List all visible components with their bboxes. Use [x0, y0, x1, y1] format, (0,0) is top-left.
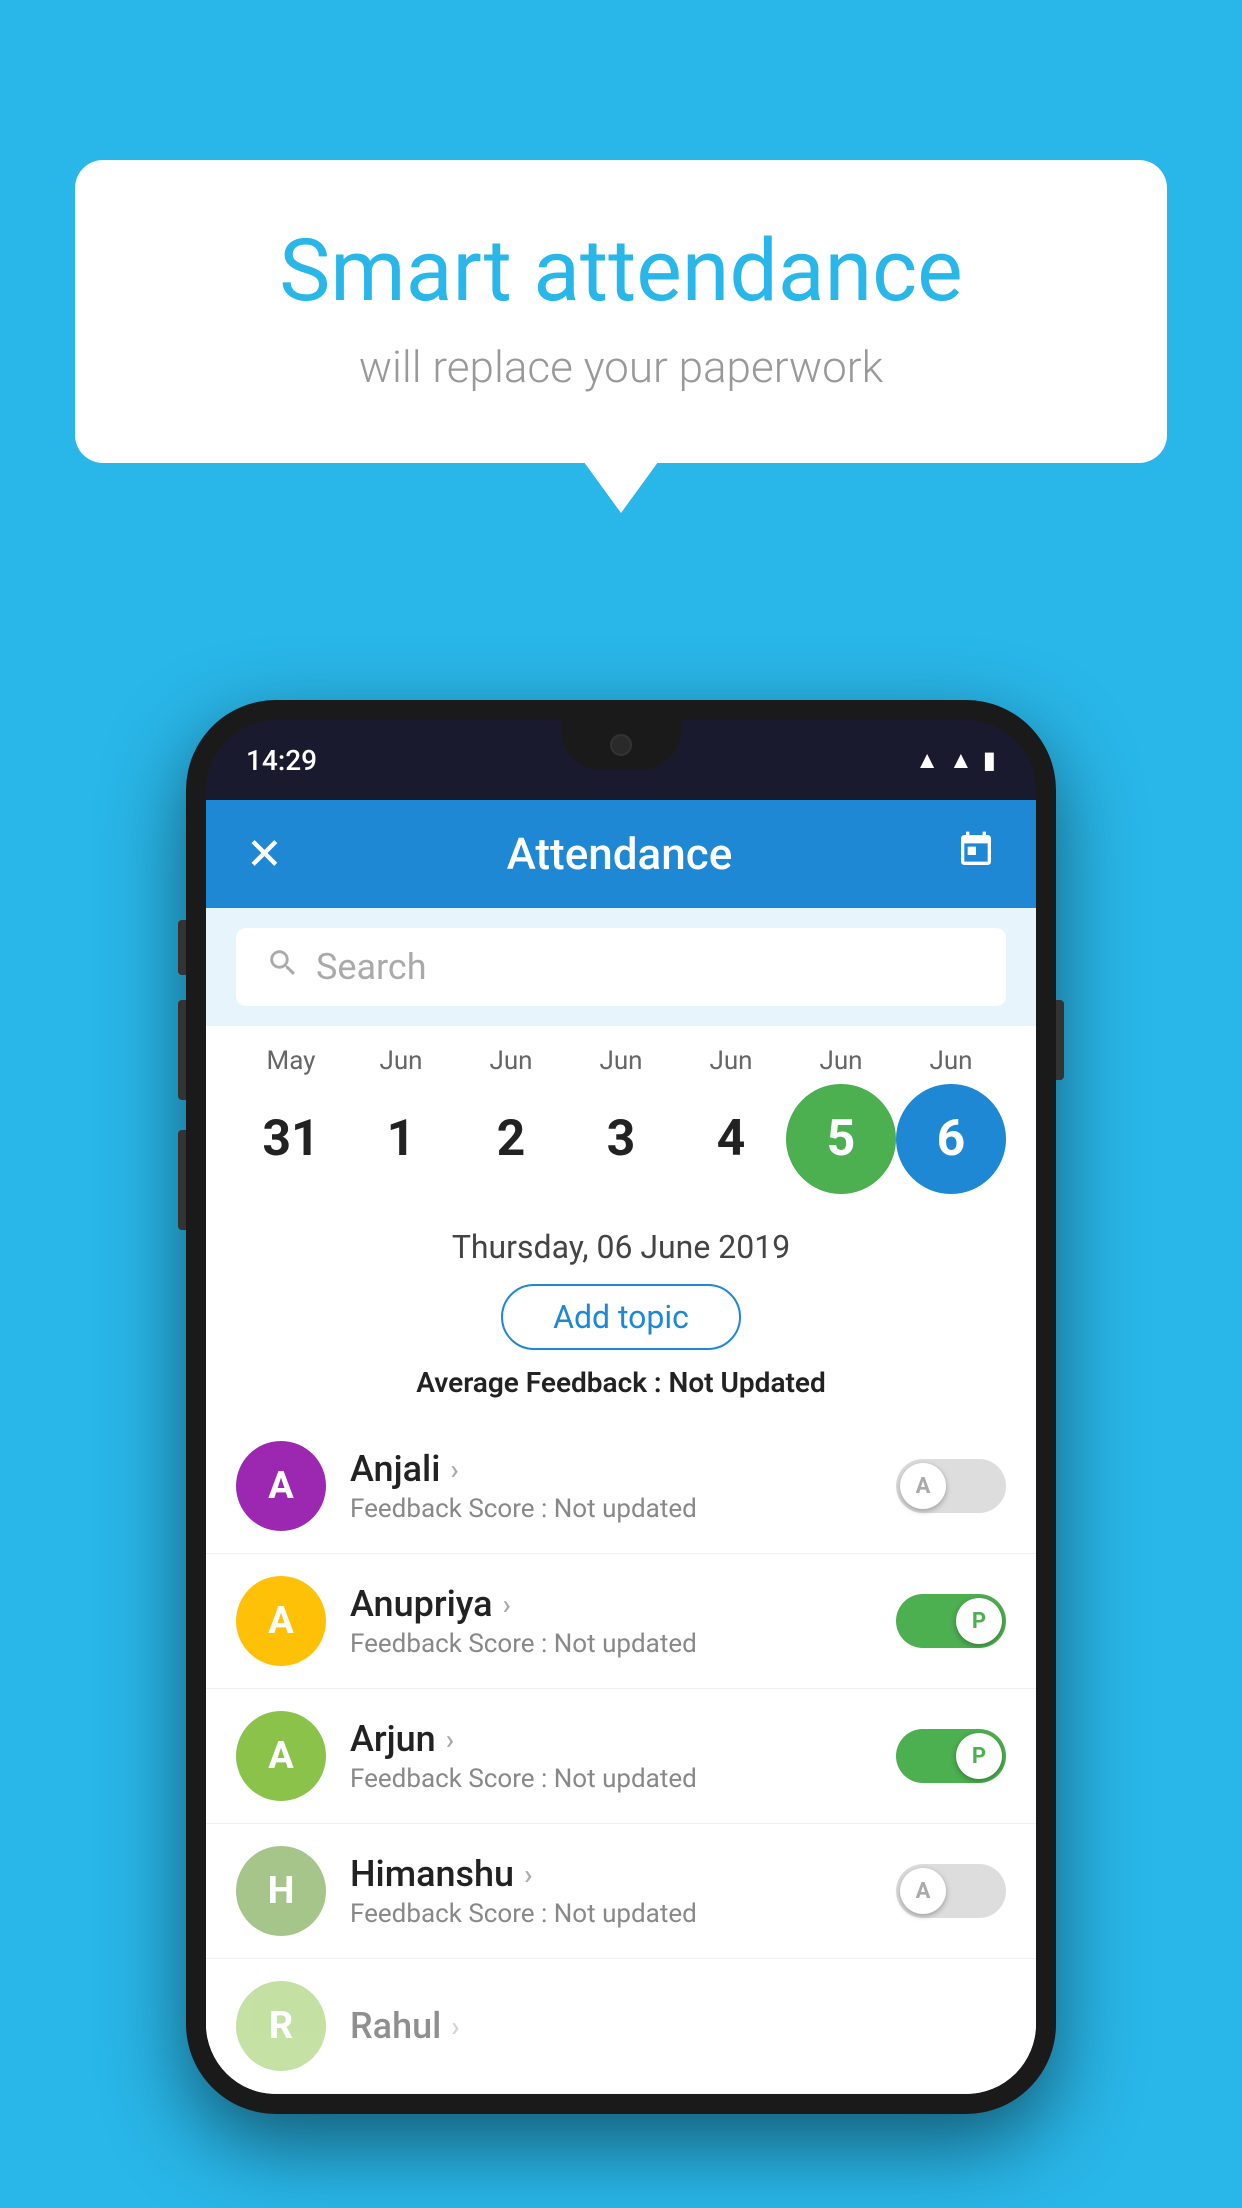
chevron-icon-partial: › [451, 2010, 459, 2043]
toggle-container-himanshu[interactable]: A [896, 1864, 1006, 1918]
feedback-score-anupriya: Feedback Score : Not updated [350, 1629, 896, 1659]
header-title: Attendance [507, 828, 733, 880]
app-header: ✕ Attendance [206, 800, 1036, 908]
cal-date-5[interactable]: 5 [786, 1084, 896, 1194]
battery-icon: ▮ [983, 746, 996, 774]
chevron-icon-himanshu: › [524, 1858, 532, 1891]
student-row-anupriya[interactable]: A Anupriya › Feedback Score : Not update… [206, 1554, 1036, 1689]
student-name-anjali[interactable]: Anjali › [350, 1448, 896, 1490]
calendar-months-row: May Jun Jun Jun Jun Jun Jun [236, 1046, 1006, 1076]
student-info-anjali: Anjali › Feedback Score : Not updated [350, 1448, 896, 1524]
speech-bubble-subtitle: will replace your paperwork [155, 341, 1087, 393]
student-name-partial: Rahul › [350, 2005, 1006, 2047]
avatar-anjali: A [236, 1441, 326, 1531]
cal-date-4[interactable]: 4 [676, 1084, 786, 1194]
speech-bubble-title: Smart attendance [155, 220, 1087, 321]
phone: 14:29 ▲ ▲ ▮ ✕ Attendance [186, 700, 1056, 2114]
student-info-arjun: Arjun › Feedback Score : Not updated [350, 1718, 896, 1794]
chevron-icon-anupriya: › [503, 1588, 511, 1621]
status-time: 14:29 [246, 744, 317, 777]
student-row-anjali[interactable]: A Anjali › Feedback Score : Not updated … [206, 1419, 1036, 1554]
toggle-knob-anupriya: P [956, 1598, 1002, 1644]
student-name-arjun[interactable]: Arjun › [350, 1718, 896, 1760]
search-bar[interactable]: Search [236, 928, 1006, 1006]
avatar-himanshu: H [236, 1846, 326, 1936]
volume-up-button [178, 1000, 186, 1100]
avatar-anupriya: A [236, 1576, 326, 1666]
speech-bubble-container: Smart attendance will replace your paper… [75, 160, 1167, 463]
notch [561, 720, 681, 770]
attendance-toggle-himanshu[interactable]: A [896, 1864, 1006, 1918]
calendar-dates-row[interactable]: 31 1 2 3 4 5 6 [236, 1084, 1006, 1194]
volume-silent-button [178, 920, 186, 975]
cal-month-0: May [236, 1046, 346, 1076]
feedback-score-arjun: Feedback Score : Not updated [350, 1764, 896, 1794]
add-topic-button[interactable]: Add topic [501, 1284, 741, 1350]
student-info-partial: Rahul › [350, 2005, 1006, 2047]
student-list: A Anjali › Feedback Score : Not updated … [206, 1419, 1036, 2094]
student-info-himanshu: Himanshu › Feedback Score : Not updated [350, 1853, 896, 1929]
calendar-strip: May Jun Jun Jun Jun Jun Jun 31 1 2 3 4 5… [206, 1026, 1036, 1204]
status-icons: ▲ ▲ ▮ [915, 746, 996, 775]
toggle-knob-anjali: A [900, 1463, 946, 1509]
chevron-icon-arjun: › [446, 1723, 454, 1756]
student-name-anupriya[interactable]: Anupriya › [350, 1583, 896, 1625]
attendance-toggle-arjun[interactable]: P [896, 1729, 1006, 1783]
date-display: Thursday, 06 June 2019 [236, 1228, 1006, 1266]
avatar-partial: R [236, 1981, 326, 2071]
close-button[interactable]: ✕ [246, 828, 283, 880]
toggle-knob-himanshu: A [900, 1868, 946, 1914]
phone-wrapper: 14:29 ▲ ▲ ▮ ✕ Attendance [186, 700, 1056, 2114]
power-button [1056, 1000, 1064, 1080]
cal-month-5: Jun [786, 1046, 896, 1076]
cal-month-1: Jun [346, 1046, 456, 1076]
phone-screen: ✕ Attendance Search [206, 800, 1036, 2094]
cal-date-0[interactable]: 31 [236, 1084, 346, 1194]
avg-feedback-label: Average Feedback : [416, 1366, 661, 1399]
student-info-anupriya: Anupriya › Feedback Score : Not updated [350, 1583, 896, 1659]
status-bar: 14:29 ▲ ▲ ▮ [206, 720, 1036, 800]
toggle-container-arjun[interactable]: P [896, 1729, 1006, 1783]
cal-month-4: Jun [676, 1046, 786, 1076]
toggle-container-anupriya[interactable]: P [896, 1594, 1006, 1648]
avg-feedback: Average Feedback : Not Updated [236, 1366, 1006, 1399]
student-row-partial: R Rahul › [206, 1959, 1036, 2094]
avatar-arjun: A [236, 1711, 326, 1801]
feedback-score-anjali: Feedback Score : Not updated [350, 1494, 896, 1524]
student-row-arjun[interactable]: A Arjun › Feedback Score : Not updated P [206, 1689, 1036, 1824]
attendance-toggle-anjali[interactable]: A [896, 1459, 1006, 1513]
cal-month-3: Jun [566, 1046, 676, 1076]
cal-date-1[interactable]: 1 [346, 1084, 456, 1194]
signal-icon: ▲ [949, 746, 973, 775]
date-info: Thursday, 06 June 2019 Add topic Average… [206, 1204, 1036, 1419]
cal-date-6[interactable]: 6 [896, 1084, 1006, 1194]
toggle-container-anjali[interactable]: A [896, 1459, 1006, 1513]
attendance-toggle-anupriya[interactable]: P [896, 1594, 1006, 1648]
search-icon [266, 946, 300, 988]
calendar-icon[interactable] [956, 830, 996, 879]
avg-feedback-value: Not Updated [669, 1366, 826, 1399]
cal-month-2: Jun [456, 1046, 566, 1076]
volume-down-button [178, 1130, 186, 1230]
cal-date-2[interactable]: 2 [456, 1084, 566, 1194]
search-placeholder: Search [316, 946, 427, 988]
speech-bubble: Smart attendance will replace your paper… [75, 160, 1167, 463]
student-row-himanshu[interactable]: H Himanshu › Feedback Score : Not update… [206, 1824, 1036, 1959]
cal-date-3[interactable]: 3 [566, 1084, 676, 1194]
cal-month-6: Jun [896, 1046, 1006, 1076]
student-name-himanshu[interactable]: Himanshu › [350, 1853, 896, 1895]
chevron-icon-anjali: › [450, 1453, 458, 1486]
camera [610, 734, 632, 756]
wifi-icon: ▲ [915, 746, 939, 775]
feedback-score-himanshu: Feedback Score : Not updated [350, 1899, 896, 1929]
toggle-knob-arjun: P [956, 1733, 1002, 1779]
search-bar-container: Search [206, 908, 1036, 1026]
